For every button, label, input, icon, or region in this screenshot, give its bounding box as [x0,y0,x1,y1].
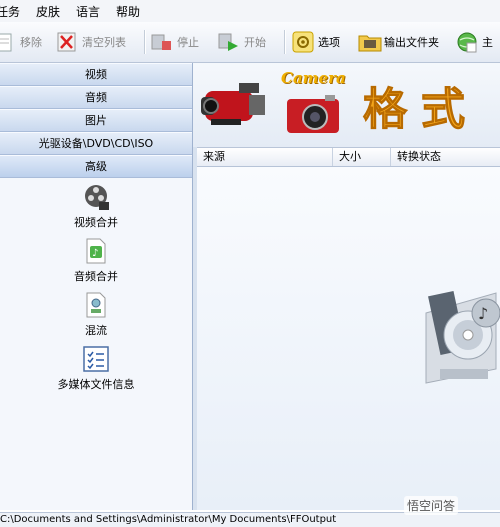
toolbar: 移除 清空列表 停止 开始 选项 输出文件夹 主 [0,22,500,63]
options-button[interactable]: 选项 [292,28,340,56]
menu-language[interactable]: 语言 [76,3,108,20]
column-source[interactable]: 来源 [197,148,333,166]
category-image[interactable]: 图片 [0,109,192,132]
clear-list-button[interactable]: 清空列表 [56,28,126,56]
remove-label: 移除 [20,36,42,49]
stop-label: 停止 [177,36,199,49]
output-folder-label: 输出文件夹 [384,36,439,49]
camera-word: Camera [281,69,346,87]
output-folder-button[interactable]: 输出文件夹 [358,28,439,56]
audio-file-icon: ♪ [82,237,110,265]
start-button[interactable]: 开始 [218,28,266,56]
tool-mux-label: 混流 [85,324,107,337]
column-size[interactable]: 大小 [333,148,391,166]
media-disc-art: ♪ [412,277,500,390]
globe-icon [456,31,478,53]
toolbar-separator [144,30,146,54]
tool-video-merge-label: 视频合并 [74,216,118,229]
tool-media-info-label: 多媒体文件信息 [57,378,135,391]
tool-audio-merge-label: 音频合并 [74,270,118,283]
tool-audio-merge[interactable]: ♪ 音频合并 [0,237,192,284]
folder-icon [358,31,382,53]
watermark: 悟空问答 [404,496,459,515]
remove-button[interactable]: 移除 [0,28,42,56]
svg-text:♪: ♪ [478,304,488,323]
clear-list-label: 清空列表 [82,36,126,49]
checklist-icon [82,345,110,373]
toolbar-separator [284,30,286,54]
tool-mux[interactable]: 混流 [0,291,192,338]
start-label: 开始 [244,36,266,49]
menu-help[interactable]: 帮助 [116,3,148,20]
options-label: 选项 [318,36,340,49]
column-status[interactable]: 转换状态 [391,148,500,166]
menu-skin[interactable]: 皮肤 [36,3,68,20]
film-reel-icon [82,183,110,211]
file-list-header: 来源 大小 转换状态 [197,148,500,167]
tool-media-info[interactable]: 多媒体文件信息 [0,345,192,392]
output-path: C:\Documents and Settings\Administrator\… [0,514,337,525]
camcorder-icon [199,73,271,140]
file-list[interactable]: ♪ [197,167,500,510]
clear-list-icon [56,31,78,53]
category-audio[interactable]: 音频 [0,86,192,109]
menu-bar: 任务 皮肤 语言 帮助 [0,0,500,23]
banner: Camera 格式工 [193,63,500,200]
category-optical-drive[interactable]: 光驱设备\DVD\CD\ISO [0,132,192,155]
svg-text:♪: ♪ [92,248,98,259]
mux-file-icon [82,291,110,319]
remove-icon [0,31,16,53]
menu-task[interactable]: 任务 [0,3,28,20]
tool-video-merge[interactable]: 视频合并 [0,183,192,230]
home-button[interactable]: 主 [456,28,493,56]
stop-button[interactable]: 停止 [151,28,199,56]
start-icon [218,31,240,53]
gear-icon [292,31,314,53]
home-label: 主 [482,36,493,49]
category-advanced[interactable]: 高级 [0,155,192,178]
stop-icon [151,31,173,53]
sidebar: 视频 音频 图片 光驱设备\DVD\CD\ISO 高级 视频合并 ♪ 音频合并 … [0,63,193,510]
category-video[interactable]: 视频 [0,63,192,86]
photo-camera-icon [285,93,345,140]
